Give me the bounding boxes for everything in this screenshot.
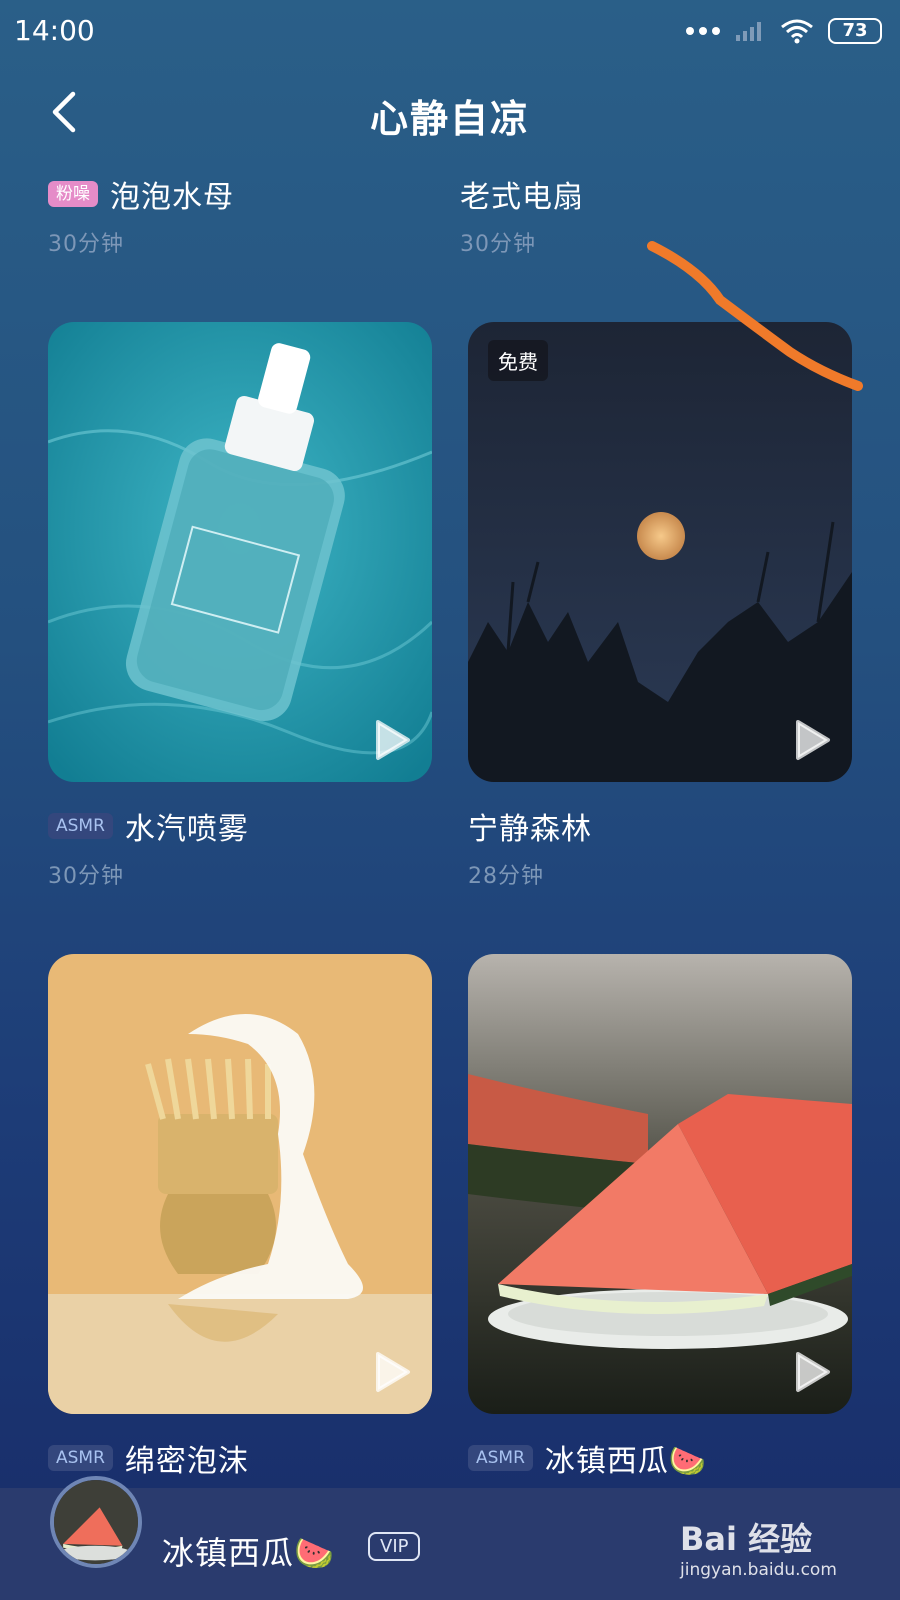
free-badge: 免费 — [488, 340, 548, 381]
brush-foam-image — [48, 954, 432, 1414]
player-title: 冰镇西瓜🍉 — [162, 1534, 335, 1572]
list-item[interactable]: 粉噪 泡泡水母 30分钟 — [48, 172, 432, 258]
status-icons: 73 — [686, 14, 882, 48]
wifi-icon — [781, 19, 813, 44]
card-water-spray[interactable] — [48, 322, 432, 782]
card-quiet-forest[interactable]: 免费 — [468, 322, 852, 782]
player-cover-art[interactable] — [50, 1476, 142, 1568]
asmr-badge: ASMR — [468, 1445, 533, 1471]
battery-indicator: 73 — [828, 18, 882, 44]
asmr-badge: ASMR — [48, 813, 113, 839]
asmr-badge: ASMR — [48, 1445, 113, 1471]
item-duration: 30分钟 — [48, 864, 124, 889]
play-icon[interactable] — [792, 718, 832, 762]
baidu-jingyan-watermark: Bai 经验 jingyan.baidu.com — [680, 1514, 850, 1590]
watermelon-image — [468, 954, 852, 1414]
list-item[interactable]: 宁静森林 28分钟 — [468, 804, 852, 890]
watermark-url: jingyan.baidu.com — [680, 1560, 837, 1580]
watermark-logo: Bai 经验 — [680, 1520, 813, 1558]
signal-icon — [736, 22, 761, 41]
list-item[interactable]: ASMR 冰镇西瓜🍉 — [468, 1436, 852, 1480]
item-title: 绵密泡沫 — [124, 1444, 249, 1479]
header: 心静自凉 — [0, 72, 900, 152]
item-duration: 30分钟 — [460, 232, 536, 257]
more-dots-icon — [686, 27, 720, 35]
status-bar: 14:00 73 — [0, 0, 900, 62]
play-icon[interactable] — [372, 718, 412, 762]
vip-badge: VIP — [368, 1532, 421, 1561]
list-item[interactable]: ASMR 水汽喷雾 30分钟 — [48, 804, 432, 890]
list-item[interactable]: ASMR 绵密泡沫 — [48, 1436, 432, 1480]
item-title: 水汽喷雾 — [124, 812, 249, 847]
pink-noise-badge: 粉噪 — [48, 181, 98, 207]
list-item[interactable]: 老式电扇 30分钟 — [460, 172, 844, 258]
item-duration: 28分钟 — [468, 864, 544, 889]
item-title: 冰镇西瓜🍉 — [544, 1444, 708, 1479]
page-title: 心静自凉 — [369, 97, 530, 141]
watermelon-thumb-image — [54, 1480, 138, 1564]
item-duration: 30分钟 — [48, 232, 124, 257]
card-iced-watermelon[interactable] — [468, 954, 852, 1414]
status-time: 14:00 — [14, 14, 95, 47]
item-title: 宁静森林 — [468, 812, 592, 847]
item-title: 泡泡水母 — [110, 180, 234, 215]
card-dense-foam[interactable] — [48, 954, 432, 1414]
mini-player[interactable]: 冰镇西瓜🍉 VIP Bai 经验 jingyan.baidu.com — [0, 1476, 900, 1600]
item-title: 老式电扇 — [460, 180, 584, 215]
moon-forest-image — [468, 322, 852, 782]
spray-bottle-image — [48, 322, 432, 782]
play-icon[interactable] — [372, 1350, 412, 1394]
play-icon[interactable] — [792, 1350, 832, 1394]
